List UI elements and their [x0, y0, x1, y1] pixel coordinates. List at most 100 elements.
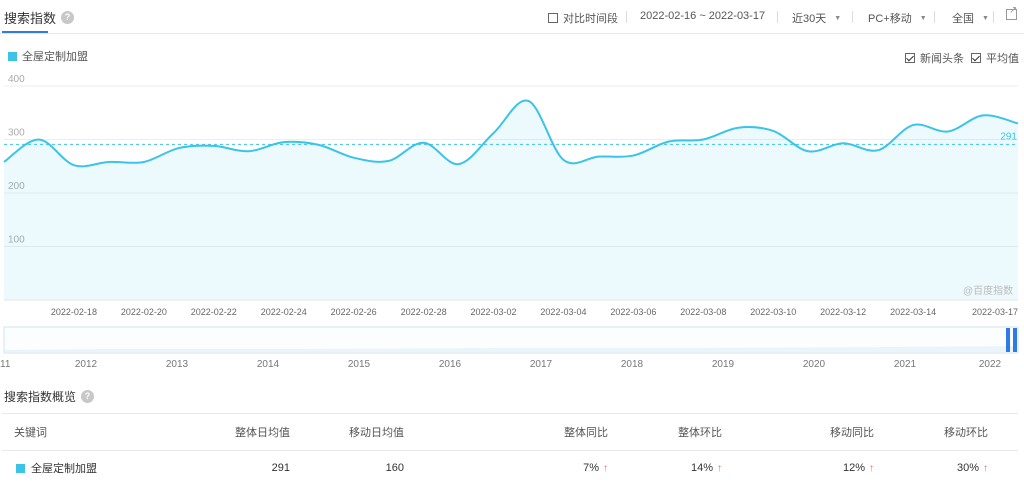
navigator-year-label: 2018 — [621, 359, 644, 370]
legend-swatch — [8, 51, 17, 61]
data-point — [981, 113, 985, 117]
data-point — [596, 155, 600, 159]
checkbox-icon[interactable] — [548, 13, 558, 23]
overview-title: 搜索指数概览 ? — [4, 388, 95, 405]
x-tick-label: 2022-03-17 — [972, 307, 1018, 317]
compare-period-checkbox[interactable]: 对比时间段 — [548, 10, 618, 26]
help-icon[interactable]: ? — [61, 11, 75, 24]
average-checkbox[interactable]: 平均值 — [971, 50, 1019, 66]
overall-avg-cell: 291 — [271, 462, 290, 474]
data-point — [701, 138, 705, 142]
navigator-handle-left[interactable] — [1006, 328, 1010, 352]
data-point — [561, 158, 565, 162]
data-point — [526, 99, 530, 103]
checkbox-icon[interactable] — [971, 53, 981, 63]
navigator-year-label: 11 — [0, 359, 11, 370]
news-headline-checkbox[interactable]: 新闻头条 — [905, 50, 964, 66]
navigator-year-label: 2017 — [530, 359, 553, 370]
data-point — [946, 129, 950, 133]
overall-yoy-cell: 7% ↑ — [522, 451, 608, 482]
mobile-avg-cell: 160 — [385, 462, 404, 474]
period-value: 近30天 — [792, 13, 827, 25]
data-point — [806, 149, 810, 153]
tab-underline — [2, 31, 48, 33]
data-point — [736, 126, 740, 130]
timeline-navigator[interactable]: 11 2012 2013 2014 2015 2016 2017 2018 2019 2020 20… — [0, 326, 1024, 372]
overview-table: 关键词 整体日均值 移动日均值 整体同比 整体环比 移动同比 移动环比 全屋定制… — [2, 413, 1018, 482]
data-point — [282, 140, 286, 144]
keyword-swatch — [16, 463, 25, 473]
navigator-year-label: 2016 — [439, 359, 462, 370]
x-tick-label: 2022-03-10 — [750, 307, 796, 317]
data-point — [37, 138, 41, 142]
overview-title-text: 搜索指数概览 — [4, 390, 77, 404]
mobile-mom-value: 30% — [956, 462, 979, 474]
header-mobile-mom: 移动环比 — [944, 427, 988, 439]
navigator-year-label: 2020 — [803, 359, 826, 370]
keyword-cell[interactable]: 全屋定制加盟 — [16, 451, 97, 482]
arrow-up-icon: ↑ — [717, 462, 722, 474]
search-index-chart[interactable]: 1002003004002912022-02-18 2022-02-20 2022-… — [0, 70, 1024, 322]
share-icon[interactable] — [1006, 5, 1017, 20]
data-point — [457, 162, 461, 166]
divider — [852, 11, 853, 23]
navigator-year-label: 2019 — [712, 359, 735, 370]
navigator-year-label: 2015 — [348, 359, 371, 370]
divider — [777, 11, 778, 23]
tab-search-index[interactable]: 搜索指数 ? — [4, 8, 75, 27]
device-value: PC+移动 — [868, 13, 912, 25]
mobile-yoy-value: 12% — [842, 462, 865, 474]
arrow-up-icon: ↑ — [983, 462, 988, 474]
x-tick-label: 2022-03-12 — [820, 307, 866, 317]
navigator-year-label: 2014 — [257, 359, 280, 370]
data-point — [387, 159, 391, 163]
data-point — [2, 160, 6, 164]
x-tick-label: 2022-02-24 — [261, 307, 307, 317]
checkbox-icon[interactable] — [905, 53, 915, 63]
navigator-year-label: 2022 — [979, 359, 1002, 370]
data-point — [666, 140, 670, 144]
period-select[interactable]: 近30天 ▼ — [792, 10, 841, 26]
y-tick-label: 300 — [8, 128, 25, 139]
header-keyword: 关键词 — [14, 427, 47, 439]
date-range-text: 2022-02-16 ~ 2022-03-17 — [640, 10, 766, 22]
x-tick-label: 2022-03-06 — [610, 307, 656, 317]
x-tick-label: 2022-02-28 — [401, 307, 447, 317]
average-label: 291 — [1000, 131, 1017, 142]
compare-period-label: 对比时间段 — [563, 13, 618, 25]
region-select[interactable]: 全国 ▼ — [952, 10, 989, 26]
divider — [993, 11, 994, 23]
x-tick-label: 2022-02-20 — [121, 307, 167, 317]
data-point — [72, 163, 76, 167]
x-tick-label: 2022-03-14 — [890, 307, 936, 317]
overall-mom-value: 14% — [690, 462, 713, 474]
region-value: 全国 — [952, 13, 974, 25]
watermark: @百度指数 — [963, 286, 1014, 297]
table-row: 全屋定制加盟 291 160 7% ↑ 14% ↑ 12% ↑ 30% ↑ — [2, 451, 1018, 482]
data-point — [631, 154, 635, 158]
data-point — [911, 123, 915, 127]
date-range-picker[interactable]: 2022-02-16 ~ 2022-03-17 — [640, 10, 765, 22]
series-area — [4, 100, 1018, 300]
header-overall-mom: 整体环比 — [678, 427, 722, 439]
help-icon[interactable]: ? — [81, 390, 95, 403]
table-header: 关键词 整体日均值 移动日均值 整体同比 整体环比 移动同比 移动环比 — [2, 413, 1018, 451]
keyword-text: 全屋定制加盟 — [31, 463, 97, 475]
x-tick-label: 2022-02-26 — [331, 307, 377, 317]
data-point — [177, 146, 181, 150]
chart-legend[interactable]: 全屋定制加盟 — [8, 48, 88, 64]
header-overall-avg: 整体日均值 — [235, 427, 290, 439]
chevron-down-icon: ▼ — [982, 14, 989, 22]
x-tick-label: 2022-02-18 — [51, 307, 97, 317]
data-point — [1016, 121, 1020, 125]
divider — [626, 11, 627, 23]
device-select[interactable]: PC+移动 ▼ — [868, 10, 927, 26]
header-mobile-yoy: 移动同比 — [830, 427, 874, 439]
navigator-handle-right[interactable] — [1013, 328, 1017, 352]
navigator-year-label: 2012 — [75, 359, 98, 370]
news-headline-label: 新闻头条 — [920, 53, 964, 65]
y-tick-label: 400 — [8, 74, 25, 85]
overall-yoy-value: 7% — [583, 462, 599, 474]
arrow-up-icon: ↑ — [869, 462, 874, 474]
header-mobile-avg: 移动日均值 — [349, 427, 404, 439]
